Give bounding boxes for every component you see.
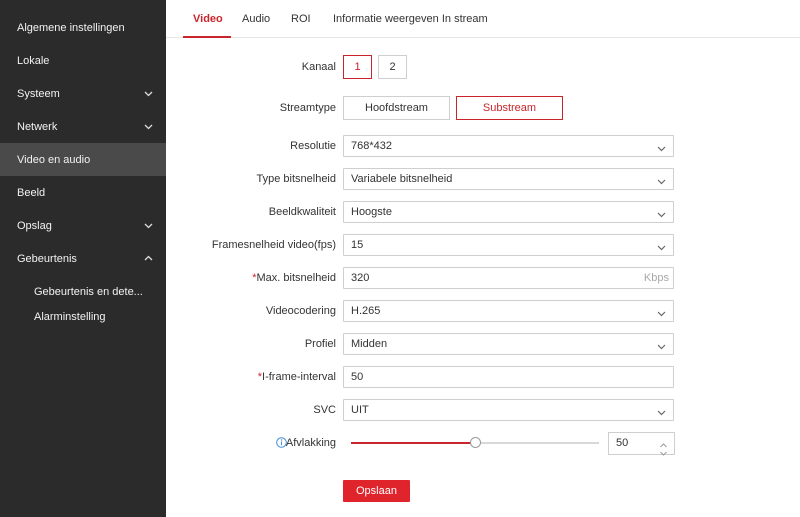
framesnelheid-select[interactable]: 15 <box>343 234 674 256</box>
kanaal-2-button[interactable]: 2 <box>378 55 407 79</box>
tab-audio[interactable]: Audio <box>242 0 270 38</box>
hoofdstream-button[interactable]: Hoofdstream <box>343 96 450 120</box>
sidebar-item-systeem[interactable]: Systeem <box>0 77 166 110</box>
sidebar-item-label: Algemene instellingen <box>17 21 125 34</box>
tab-roi[interactable]: ROI <box>291 0 311 38</box>
chevron-down-icon <box>656 174 667 185</box>
sidebar-item-label: Video en audio <box>17 153 91 166</box>
iframe-interval-value: 50 <box>351 371 364 383</box>
sidebar: Algemene instellingen Lokale Systeem Net… <box>0 0 166 517</box>
sidebar-item-netwerk[interactable]: Netwerk <box>0 110 166 143</box>
afvlakking-slider[interactable] <box>351 437 599 448</box>
profiel-label: Profiel <box>304 338 336 350</box>
sidebar-item-label: Netwerk <box>17 120 58 133</box>
chevron-down-icon <box>143 121 154 132</box>
afvlakking-label: Afvlakking <box>285 437 336 449</box>
type-bitsnelheid-select[interactable]: Variabele bitsnelheid <box>343 168 674 190</box>
framesnelheid-label: Framesnelheid video(fps) <box>211 239 336 251</box>
slider-fill <box>351 442 475 444</box>
resolutie-value: 768*432 <box>351 140 392 152</box>
framesnelheid-value: 15 <box>351 239 364 251</box>
max-bitsnelheid-label: *Max. bitsnelheid <box>252 272 336 284</box>
chevron-down-icon <box>656 207 667 218</box>
svc-select[interactable]: UIT <box>343 399 674 421</box>
chevron-down-icon <box>656 306 667 317</box>
max-bitsnelheid-value: 320 <box>351 272 370 284</box>
beeldkwaliteit-label: Beeldkwaliteit <box>268 206 336 218</box>
sidebar-item-label: Lokale <box>17 54 50 67</box>
type-bitsnelheid-value: Variabele bitsnelheid <box>351 173 453 185</box>
videocodering-label: Videocodering <box>265 305 336 317</box>
afvlakking-stepper[interactable]: 50 <box>608 432 675 456</box>
sidebar-item-algemene-instellingen[interactable]: Algemene instellingen <box>0 11 166 44</box>
chevron-down-icon[interactable] <box>659 444 668 456</box>
sidebar-item-video-en-audio[interactable]: Video en audio <box>0 143 166 176</box>
sidebar-item-label: Opslag <box>17 219 52 232</box>
streamtype-label: Streamtype <box>279 102 336 114</box>
sidebar-item-gebeurtenis[interactable]: Gebeurtenis <box>0 242 166 275</box>
active-tab-indicator <box>183 36 231 38</box>
videocodering-select[interactable]: H.265 <box>343 300 674 322</box>
chevron-down-icon <box>143 88 154 99</box>
chevron-up-icon[interactable] <box>659 436 668 448</box>
tab-bar: Video Audio ROI Informatie weergeven In … <box>166 0 800 38</box>
unit-label: Kbps <box>643 272 669 284</box>
beeldkwaliteit-select[interactable]: Hoogste <box>343 201 674 223</box>
chevron-down-icon <box>656 141 667 152</box>
svc-label: SVC <box>313 404 336 416</box>
sidebar-item-label: Alarminstelling <box>34 310 106 323</box>
sidebar-item-beeld[interactable]: Beeld <box>0 176 166 209</box>
svc-value: UIT <box>351 404 369 416</box>
sidebar-item-label: Beeld <box>17 186 46 199</box>
tab-informatie-weergeven[interactable]: Informatie weergeven In stream <box>333 0 488 38</box>
profiel-value: Midden <box>351 338 388 350</box>
kanaal-1-button[interactable]: 1 <box>343 55 372 79</box>
beeldkwaliteit-value: Hoogste <box>351 206 392 218</box>
sidebar-item-label: Gebeurtenis <box>17 252 77 265</box>
resolutie-select[interactable]: 768*432 <box>343 135 674 157</box>
chevron-down-icon <box>143 220 154 231</box>
chevron-down-icon <box>656 405 667 416</box>
max-bitsnelheid-label-text: Max. bitsnelheid <box>256 272 337 284</box>
sidebar-item-lokale[interactable]: Lokale <box>0 44 166 77</box>
chevron-up-icon <box>143 253 154 264</box>
sidebar-item-label: Systeem <box>17 87 60 100</box>
sidebar-item-label: Gebeurtenis en dete... <box>34 285 143 298</box>
chevron-down-icon <box>656 240 667 251</box>
tab-video[interactable]: Video <box>193 0 223 38</box>
chevron-down-icon <box>656 339 667 350</box>
resolutie-label: Resolutie <box>290 140 336 152</box>
profiel-select[interactable]: Midden <box>343 333 674 355</box>
sidebar-subitem-alarminstelling[interactable]: Alarminstelling <box>0 300 166 333</box>
substream-button[interactable]: Substream <box>456 96 563 120</box>
afvlakking-value: 50 <box>616 437 629 449</box>
iframe-interval-label: *I-frame-interval <box>258 371 336 383</box>
save-button[interactable]: Opslaan <box>343 480 410 502</box>
slider-thumb[interactable] <box>470 437 481 448</box>
iframe-interval-label-text: I-frame-interval <box>262 371 336 383</box>
videocodering-value: H.265 <box>351 305 381 317</box>
max-bitsnelheid-input[interactable]: 320 Kbps <box>343 267 674 289</box>
kanaal-label: Kanaal <box>301 61 336 73</box>
iframe-interval-input[interactable]: 50 <box>343 366 674 388</box>
type-bitsnelheid-label: Type bitsnelheid <box>256 173 337 185</box>
sidebar-item-opslag[interactable]: Opslag <box>0 209 166 242</box>
